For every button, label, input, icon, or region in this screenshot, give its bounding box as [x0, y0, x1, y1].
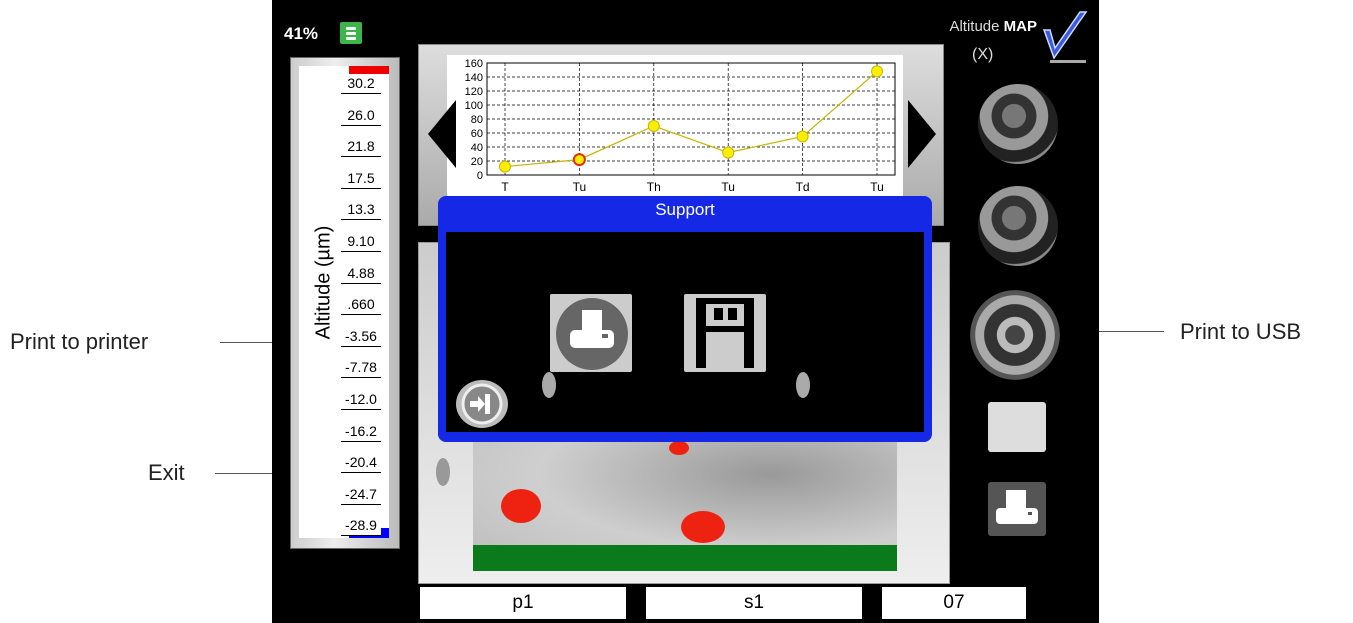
x-tick-label: Td: [796, 180, 810, 194]
settings-small-icon[interactable]: [988, 402, 1046, 452]
callout-print-usb: Print to USB: [1180, 319, 1302, 344]
data-point: [722, 146, 735, 159]
scale-tick: 13.3: [341, 200, 381, 221]
scale-tick: -7.78: [341, 358, 381, 379]
database-icon: [340, 22, 362, 44]
series-line: [504, 70, 878, 168]
camera-button[interactable]: [978, 186, 1058, 266]
scale-tick: .660: [341, 295, 381, 316]
printer-indicator: [542, 372, 556, 398]
print-to-usb-button[interactable]: [684, 294, 766, 372]
map-peak: [669, 441, 689, 455]
title-prefix: Altitude: [949, 18, 1000, 35]
axis-indicator[interactable]: (X): [972, 46, 993, 64]
data-point: [871, 65, 883, 78]
scale-label: Altitude (µm): [312, 225, 335, 340]
data-point: [572, 153, 586, 167]
y-tick-label: 60: [471, 128, 483, 140]
scale-tick: 17.5: [341, 168, 381, 189]
scale-tick: -3.56: [341, 326, 381, 347]
scale-tick: -16.2: [341, 421, 381, 442]
data-point: [499, 160, 511, 173]
y-tick-label: 100: [465, 100, 483, 112]
scale-tick: 9.10: [341, 232, 381, 252]
exit-indicator: [436, 458, 450, 486]
y-tick-label: 160: [465, 58, 483, 70]
scale-tick: -12.0: [341, 390, 381, 410]
altitude-map[interactable]: [473, 433, 897, 571]
field-s[interactable]: s1: [646, 587, 862, 619]
scale-tick: -24.7: [341, 484, 381, 505]
y-tick-label: 120: [465, 86, 483, 98]
exit-icon: [461, 383, 503, 425]
battery-level: 41%: [284, 24, 319, 43]
x-tick-label: Tu: [573, 180, 587, 194]
support-dialog: Support: [438, 196, 932, 442]
scale-tick: -20.4: [341, 453, 381, 474]
page-title: Altitude MAP: [949, 18, 1037, 35]
x-tick-label: T: [501, 180, 509, 194]
scale-tick: 21.8: [341, 137, 381, 158]
prev-arrow[interactable]: [428, 100, 456, 168]
scale-tick: 30.2: [341, 74, 381, 94]
printer-icon: [556, 298, 628, 370]
data-point: [796, 130, 809, 143]
callout-exit: Exit: [148, 460, 185, 485]
field-n[interactable]: 07: [882, 587, 1026, 619]
altitude-scale: Altitude (µm) 30.2 26.0 21.8 17.5 13.3 9.10 4.…: [290, 57, 400, 549]
scale-max-color: [349, 66, 389, 74]
map-region-low: [473, 545, 897, 571]
dialog-body: [446, 232, 924, 432]
gear-icon[interactable]: [970, 290, 1060, 380]
next-arrow[interactable]: [908, 100, 936, 168]
exit-button[interactable]: [456, 380, 508, 428]
scale-tick: 26.0: [341, 105, 381, 126]
device-screen: 41% Altitude MAP (X) Altitude (µm) 30.2 2…: [272, 0, 1099, 623]
x-tick-label: Th: [647, 180, 661, 194]
title-main: MAP: [1003, 18, 1037, 35]
y-tick-label: 20: [471, 156, 483, 168]
usb-indicator: [796, 372, 810, 398]
y-tick-label: 0: [477, 170, 483, 182]
y-tick-label: 80: [471, 114, 483, 126]
y-tick-label: 40: [471, 142, 483, 154]
x-tick-label: Tu: [721, 180, 735, 194]
map-peak: [501, 489, 541, 523]
x-tick-label: Tu: [870, 180, 884, 194]
usb-icon: [696, 298, 754, 368]
scale-tick: -28.9: [341, 516, 381, 537]
printer-icon[interactable]: [988, 482, 1046, 536]
shutter-button[interactable]: [978, 84, 1058, 164]
print-to-printer-button[interactable]: [550, 294, 632, 372]
map-peak: [681, 511, 725, 543]
scale-tick: 4.88: [341, 263, 381, 284]
dialog-title: Support: [655, 200, 715, 219]
field-p[interactable]: p1: [420, 587, 626, 619]
data-point: [647, 120, 660, 132]
y-tick-label: 140: [465, 72, 483, 84]
callout-print-printer: Print to printer: [10, 329, 149, 354]
check-icon[interactable]: [1040, 8, 1090, 64]
